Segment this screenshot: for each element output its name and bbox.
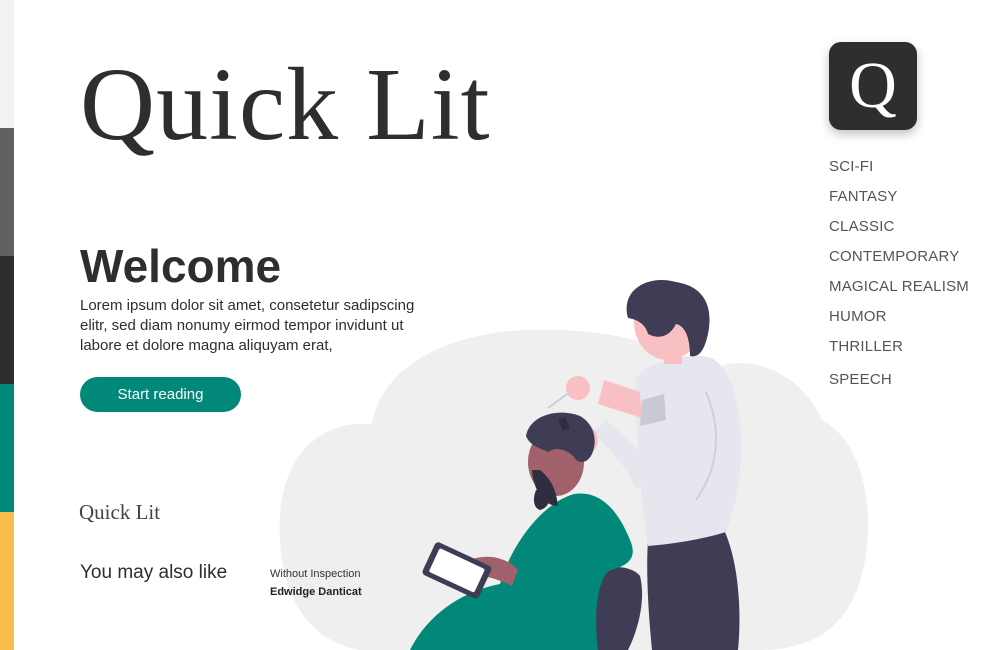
genre-nav: SCI-FI FANTASY CLASSIC CONTEMPORARY MAGI… (829, 156, 969, 399)
genre-link-speech[interactable]: SPEECH (829, 369, 969, 399)
genre-link-classic[interactable]: CLASSIC (829, 216, 969, 246)
logo-letter: Q (849, 49, 897, 122)
barber-legs (647, 530, 740, 650)
barber-shirt (634, 356, 741, 546)
recommended-book-card[interactable]: Without Inspection Edwidge Danticat (270, 566, 362, 602)
genre-link-magical-realism[interactable]: MAGICAL REALISM (829, 276, 969, 306)
book-title: Without Inspection (270, 568, 361, 580)
genre-link-fantasy[interactable]: FANTASY (829, 186, 969, 216)
genre-link-sci-fi[interactable]: SCI-FI (829, 156, 969, 186)
you-may-also-like-heading: You may also like (80, 562, 228, 583)
footer-logo[interactable]: Quick Lit (79, 500, 160, 525)
genre-link-humor[interactable]: HUMOR (829, 306, 969, 336)
welcome-text: Lorem ipsum dolor sit amet, consetetur s… (80, 297, 415, 354)
welcome-heading: Welcome (80, 240, 282, 292)
genre-link-thriller[interactable]: THRILLER (829, 336, 969, 366)
book-author: Edwidge Danticat (270, 586, 362, 598)
start-reading-button[interactable]: Start reading (80, 377, 241, 412)
genre-link-contemporary[interactable]: CONTEMPORARY (829, 246, 969, 276)
app-logo-icon[interactable]: Q (829, 42, 917, 130)
site-logo-title: Quick Lit (80, 47, 491, 162)
